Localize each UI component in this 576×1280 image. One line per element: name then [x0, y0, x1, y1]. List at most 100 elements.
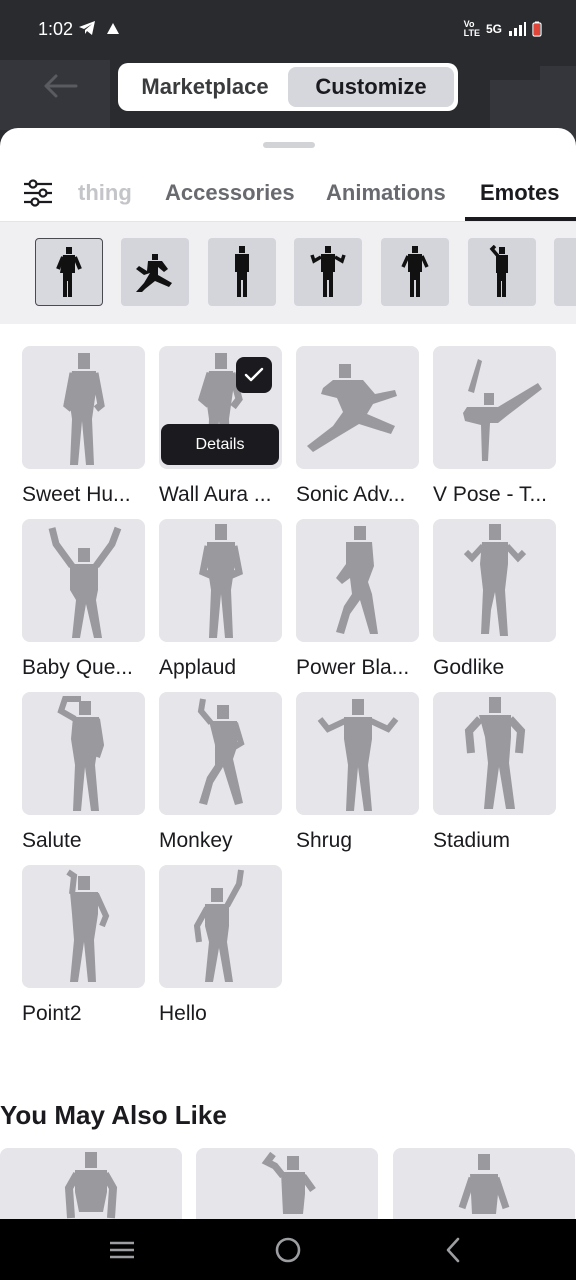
marketplace-tab[interactable]: Marketplace [122, 67, 288, 107]
back-arrow-icon[interactable] [40, 68, 80, 104]
checkmark-icon [244, 367, 264, 382]
avatar-figure-icon [335, 525, 378, 634]
emote-name: Godlike [433, 656, 505, 679]
alert-icon [107, 22, 119, 34]
emote-thumbnail [433, 692, 556, 815]
volte-icon: Vo LTE [463, 19, 480, 38]
emote-card[interactable]: Hello [159, 865, 282, 1026]
active-tab-indicator [465, 217, 576, 221]
category-tabs: thing Accessories Animations Emotes [0, 164, 576, 222]
emote-card[interactable]: Stadium [433, 692, 556, 853]
mode-switcher: Marketplace Customize [118, 63, 458, 111]
avatar-figure-icon [62, 352, 105, 465]
customize-tab[interactable]: Customize [288, 67, 454, 107]
emote-card[interactable]: Power Bla... [296, 519, 419, 680]
recommendation-card[interactable] [393, 1148, 575, 1220]
emote-slot-2[interactable] [121, 238, 189, 306]
emote-card[interactable]: Monkey [159, 692, 282, 853]
battery-icon [532, 21, 542, 37]
tab-accessories[interactable]: Accessories [165, 180, 295, 206]
emote-name: Power Bla... [296, 656, 410, 679]
tab-clothing[interactable]: thing [78, 180, 132, 206]
emote-thumbnail [22, 865, 145, 988]
emote-card[interactable]: Point2 [22, 865, 145, 1026]
recommendation-card[interactable] [196, 1148, 378, 1220]
emote-thumbnail [159, 692, 282, 815]
emote-slot-6[interactable] [468, 238, 536, 306]
emote-name: V Pose - T... [433, 483, 547, 506]
emote-card[interactable]: Sonic Adv... [296, 346, 419, 507]
recommendations-title: You May Also Like [0, 1100, 227, 1130]
telegram-icon [79, 21, 95, 35]
status-time: 1:02 [38, 19, 74, 39]
home-icon[interactable] [270, 1233, 306, 1267]
tab-emotes[interactable]: Emotes [480, 180, 559, 206]
emote-slot-7[interactable] [554, 238, 576, 306]
emote-name: Sonic Adv... [296, 483, 406, 506]
emote-slot-3[interactable] [208, 238, 276, 306]
emote-card[interactable]: Shrug [296, 692, 419, 853]
avatar-figure-icon [306, 363, 397, 452]
emote-name: Monkey [159, 829, 233, 852]
status-bar: 1:02 Vo LTE 5G [0, 0, 576, 60]
emote-slot-4[interactable] [294, 238, 362, 306]
recommendation-card[interactable] [0, 1148, 182, 1220]
avatar-figure-icon [198, 523, 243, 638]
system-nav-bar [0, 1219, 576, 1280]
emote-name: Applaud [159, 656, 237, 679]
signal-icon [509, 22, 526, 36]
emote-thumbnail [22, 519, 145, 642]
emote-slot-5[interactable] [381, 238, 449, 306]
avatar-figure-icon [261, 1151, 316, 1214]
emote-card[interactable]: Godlike [433, 519, 556, 680]
emote-thumbnail [22, 346, 145, 469]
avatar-figure-icon [48, 526, 121, 638]
emote-figure-icon [136, 254, 172, 292]
avatar-figure-icon [463, 523, 526, 636]
emote-name: Sweet Hu... [22, 483, 131, 506]
avatar-figure-icon [193, 869, 244, 982]
sheet-grabber[interactable] [263, 142, 315, 148]
recent-apps-icon[interactable] [104, 1233, 140, 1267]
avatar-figure-icon [462, 358, 542, 461]
emote-name: Wall Aura ... [159, 483, 272, 506]
avatar-figure-icon [56, 695, 104, 811]
emote-card[interactable]: Baby Que... [22, 519, 145, 680]
avatar-figure-icon [458, 1154, 510, 1214]
emote-thumbnail: Details [159, 346, 282, 469]
avatar-figure-icon [464, 696, 525, 809]
filter-sliders-icon[interactable] [22, 178, 54, 208]
emote-name: Salute [22, 829, 82, 852]
emote-name: Hello [159, 1002, 207, 1025]
emote-thumbnail [159, 519, 282, 642]
emote-name: Shrug [296, 829, 353, 852]
emote-name: Baby Que... [22, 656, 133, 679]
back-nav-icon[interactable] [436, 1233, 472, 1267]
emote-card[interactable]: Applaud [159, 519, 282, 680]
avatar-figure-icon [317, 698, 398, 811]
customize-sheet: thing Accessories Animations Emotes Swee… [0, 128, 576, 1220]
emote-figure-icon [489, 245, 508, 297]
tab-animations[interactable]: Animations [326, 180, 446, 206]
emote-thumbnail [433, 346, 556, 469]
avatar-figure-icon [64, 1152, 118, 1219]
network-type: 5G [485, 22, 502, 36]
emote-thumbnail [22, 692, 145, 815]
emote-figure-icon [56, 247, 82, 297]
emote-card[interactable]: V Pose - T... [433, 346, 556, 507]
avatar-figure-icon [197, 698, 245, 805]
emote-figure-icon [235, 246, 249, 297]
emote-slots [0, 222, 576, 324]
emote-thumbnail [159, 865, 282, 988]
emote-thumbnail [296, 692, 419, 815]
emote-name: Stadium [433, 829, 511, 852]
emote-card[interactable]: Sweet Hu... [22, 346, 145, 507]
emote-slot-1[interactable] [35, 238, 103, 306]
emote-card[interactable]: Details Wall Aura ... [159, 346, 282, 507]
details-button[interactable]: Details [161, 424, 279, 465]
emote-card[interactable]: Salute [22, 692, 145, 853]
equipped-checkmark [236, 357, 272, 393]
emote-thumbnail [433, 519, 556, 642]
emote-figure-icon [401, 246, 429, 297]
emote-name: Point2 [22, 1002, 82, 1025]
